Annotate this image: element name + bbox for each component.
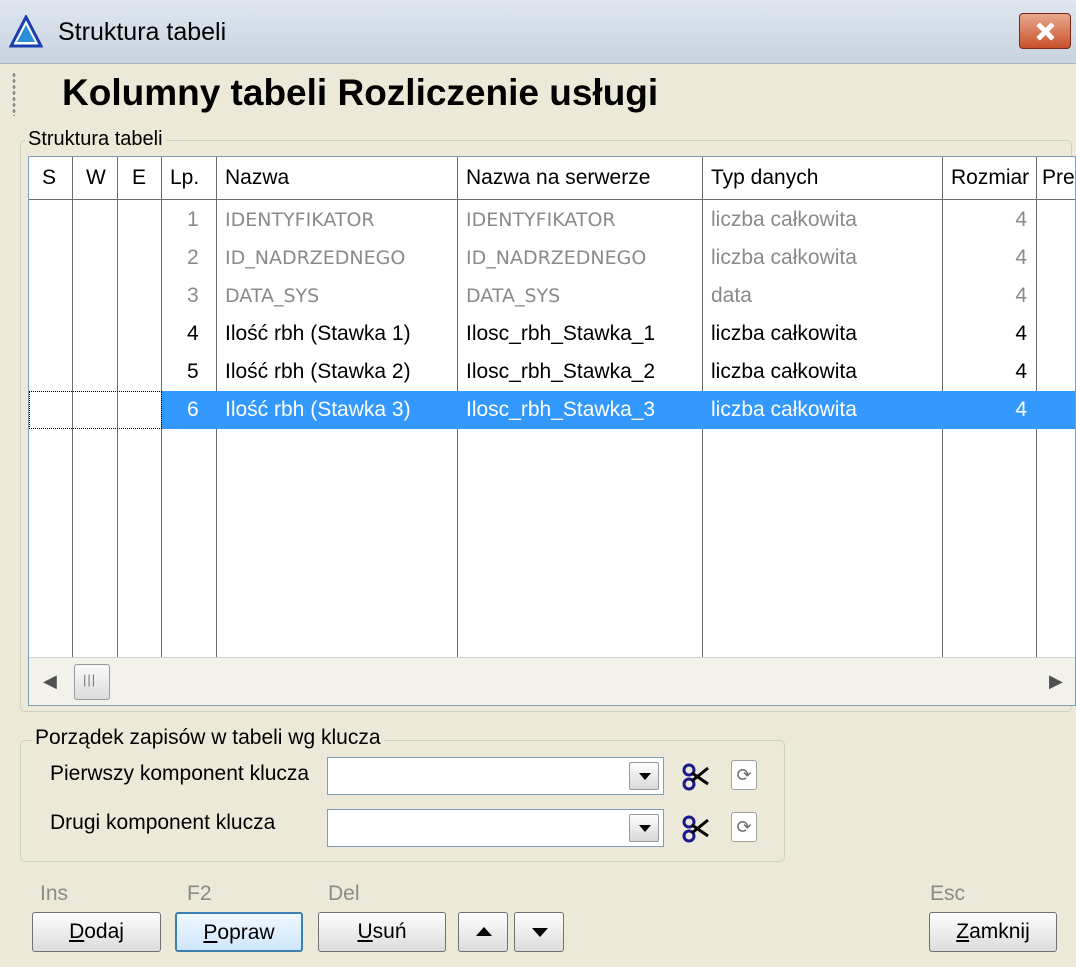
edit-button-label: opraw [217, 921, 275, 944]
cell-data-type: liczba całkowita [711, 360, 857, 383]
close-icon[interactable] [1019, 13, 1071, 49]
cell-nazwa: Ilość rbh (Stawka 1) [225, 322, 411, 345]
columns-grid[interactable]: S W E Lp. Nazwa Nazwa na serwerze Typ da… [28, 156, 1076, 706]
table-row-selected[interactable]: 6 Ilość rbh (Stawka 3) Ilosc_rbh_Stawka_… [29, 391, 1075, 429]
cell-nazwa: Ilość rbh (Stawka 2) [225, 360, 411, 383]
close-button-mnemonic: Z [956, 920, 970, 943]
refresh-icon[interactable]: ⟳ [731, 760, 757, 790]
column-header-lp[interactable]: Lp. [162, 157, 217, 199]
cell-size: 4 [1015, 246, 1027, 269]
cell-lp: 5 [187, 360, 199, 383]
cell-lp: 4 [187, 322, 199, 345]
scroll-left-icon[interactable]: ◀ [43, 671, 57, 692]
delete-button-label: suń [372, 920, 407, 943]
first-key-label: Pierwszy komponent klucza [50, 762, 310, 785]
focus-rectangle [29, 391, 162, 429]
cell-size: 4 [1015, 208, 1027, 231]
scissors-icon[interactable] [680, 760, 712, 792]
chevron-down-icon[interactable] [629, 762, 659, 790]
cell-nazwa: Ilość rbh (Stawka 3) [225, 398, 411, 421]
header-divider [29, 199, 1075, 200]
edit-button-mnemonic: P [203, 921, 218, 944]
scroll-thumb[interactable] [74, 664, 110, 700]
edit-button[interactable]: Popraw [175, 912, 303, 952]
structure-group-label: Struktura tabeli [25, 128, 166, 151]
add-button-label: odaj [84, 920, 124, 943]
column-header-e[interactable]: E [118, 157, 162, 199]
column-header-pre[interactable]: Pre [1037, 157, 1075, 199]
column-header-size[interactable]: Rozmiar [943, 157, 1037, 199]
cell-data-type: liczba całkowita [711, 398, 857, 421]
edit-hotkey: F2 [187, 882, 212, 905]
column-header-data-type[interactable]: Typ danych [703, 157, 943, 199]
key-order-group-label: Porządek zapisów w tabeli wg klucza [32, 726, 384, 750]
cell-lp: 3 [187, 284, 199, 307]
close-hotkey: Esc [930, 882, 966, 905]
cell-server-name: IDENTYFIKATOR [466, 209, 616, 231]
column-header-server-name[interactable]: Nazwa na serwerze [458, 157, 703, 199]
second-key-label: Drugi komponent klucza [50, 811, 276, 834]
add-button[interactable]: Dodaj [32, 912, 161, 952]
cell-server-name: ID_NADRZEDNEGO [466, 247, 647, 269]
cell-nazwa: IDENTYFIKATOR [225, 209, 375, 231]
table-row[interactable]: 5 Ilość rbh (Stawka 2) Ilosc_rbh_Stawka_… [29, 353, 1075, 391]
first-key-select[interactable] [327, 757, 664, 795]
second-key-select[interactable] [327, 809, 664, 847]
cell-lp: 1 [187, 208, 199, 231]
warning-triangle-icon [9, 15, 43, 48]
cell-data-type: liczba całkowita [711, 246, 857, 269]
close-button-label: amknij [969, 920, 1030, 943]
cell-lp: 2 [187, 246, 199, 269]
scroll-right-icon[interactable]: ▶ [1049, 671, 1063, 692]
delete-button[interactable]: Usuń [318, 912, 446, 952]
chevron-down-icon[interactable] [629, 814, 659, 842]
delete-button-mnemonic: U [357, 920, 373, 943]
table-row[interactable]: 2 ID_NADRZEDNEGO ID_NADRZEDNEGO liczba c… [29, 239, 1075, 277]
close-button[interactable]: Zamknij [929, 912, 1057, 952]
table-row[interactable]: 4 Ilość rbh (Stawka 1) Ilosc_rbh_Stawka_… [29, 315, 1075, 353]
cell-data-type: liczba całkowita [711, 208, 857, 231]
cell-nazwa: DATA_SYS [225, 285, 320, 307]
cell-size: 4 [1015, 360, 1027, 383]
scissors-icon[interactable] [680, 812, 712, 844]
table-row[interactable]: 1 IDENTYFIKATOR IDENTYFIKATOR liczba cał… [29, 201, 1075, 239]
delete-hotkey: Del [328, 882, 360, 905]
title-bar: Struktura tabeli [0, 0, 1076, 64]
toolbar-grip [12, 72, 16, 116]
refresh-icon[interactable]: ⟳ [731, 812, 757, 842]
cell-size: 4 [1015, 284, 1027, 307]
cell-server-name: Ilosc_rbh_Stawka_3 [466, 398, 656, 421]
column-header-s[interactable]: S [29, 157, 73, 199]
column-header-w[interactable]: W [73, 157, 118, 199]
page-title: Kolumny tabeli Rozliczenie usługi [62, 72, 659, 113]
cell-size: 4 [1015, 322, 1027, 345]
add-button-mnemonic: D [69, 920, 85, 943]
cell-size: 4 [1015, 398, 1027, 421]
table-row[interactable]: 3 DATA_SYS DATA_SYS data 4 [29, 277, 1075, 315]
move-down-button[interactable] [514, 912, 564, 952]
cell-server-name: Ilosc_rbh_Stawka_1 [466, 322, 656, 345]
window-title: Struktura tabeli [58, 18, 227, 46]
add-hotkey: Ins [40, 882, 69, 905]
cell-server-name: DATA_SYS [466, 285, 561, 307]
column-header-nazwa[interactable]: Nazwa [217, 157, 458, 199]
move-up-button[interactable] [458, 912, 508, 952]
cell-data-type: liczba całkowita [711, 322, 857, 345]
cell-lp: 6 [187, 398, 199, 421]
cell-data-type: data [711, 284, 752, 307]
horizontal-scrollbar[interactable]: ◀ ▶ [29, 657, 1075, 705]
cell-nazwa: ID_NADRZEDNEGO [225, 247, 406, 269]
cell-server-name: Ilosc_rbh_Stawka_2 [466, 360, 656, 383]
